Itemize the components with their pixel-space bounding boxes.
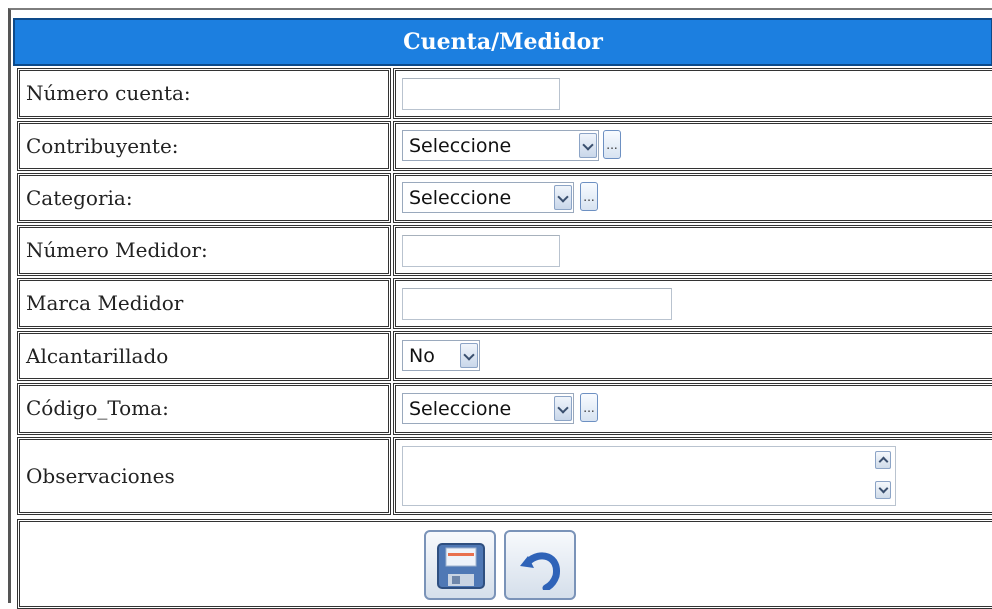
chevron-down-icon (579, 133, 597, 158)
categoria-select[interactable]: Seleccione (402, 182, 574, 213)
contribuyente-select[interactable]: Seleccione (402, 130, 599, 161)
contribuyente-label: Contribuyente: (26, 134, 179, 158)
codigo-toma-label: Código_Toma: (26, 396, 169, 420)
codigo-toma-select[interactable]: Seleccione (402, 393, 574, 424)
marca-medidor-input[interactable] (402, 288, 672, 320)
label-cell-categoria: Categoria: (17, 173, 391, 223)
input-cell-contribuyente: Seleccione ... (393, 121, 992, 171)
scroll-up-icon[interactable] (875, 451, 891, 469)
contribuyente-select-value: Seleccione (409, 135, 512, 157)
cuenta-medidor-form: Cuenta/Medidor Número cuenta: Contribuye… (8, 8, 992, 609)
undo-button[interactable] (504, 530, 576, 600)
alcantarillado-select[interactable]: No (402, 340, 480, 371)
alcantarillado-label: Alcantarillado (26, 344, 169, 368)
marca-medidor-label: Marca Medidor (26, 291, 184, 315)
observaciones-label: Observaciones (26, 464, 175, 488)
label-cell-numero-medidor: Número Medidor: (17, 225, 391, 276)
numero-medidor-input[interactable] (402, 235, 560, 267)
floppy-disk-icon (437, 543, 485, 589)
label-cell-contribuyente: Contribuyente: (17, 121, 391, 171)
actions-row (17, 519, 992, 609)
label-cell-observaciones: Observaciones (17, 437, 391, 515)
numero-cuenta-label: Número cuenta: (26, 81, 191, 105)
numero-cuenta-input[interactable] (402, 78, 560, 110)
save-button[interactable] (424, 530, 496, 600)
label-cell-numero-cuenta: Número cuenta: (17, 68, 391, 119)
numero-medidor-label: Número Medidor: (26, 238, 208, 262)
chevron-down-icon (460, 343, 478, 368)
input-cell-observaciones (393, 437, 992, 515)
undo-arrow-icon (520, 552, 560, 590)
input-cell-codigo-toma: Seleccione ... (393, 383, 992, 435)
scroll-down-icon[interactable] (875, 481, 891, 499)
codigo-toma-lookup-button[interactable]: ... (580, 393, 598, 422)
label-cell-codigo-toma: Código_Toma: (17, 383, 391, 435)
categoria-lookup-button[interactable]: ... (580, 182, 598, 211)
chevron-down-icon (554, 185, 572, 210)
contribuyente-lookup-button[interactable]: ... (603, 130, 621, 159)
categoria-label: Categoria: (26, 186, 133, 210)
input-cell-categoria: Seleccione ... (393, 173, 992, 223)
observaciones-textarea[interactable] (402, 446, 896, 506)
input-cell-numero-cuenta (393, 68, 992, 119)
chevron-down-icon (554, 396, 572, 421)
label-cell-alcantarillado: Alcantarillado (17, 331, 391, 381)
label-cell-marca-medidor: Marca Medidor (17, 278, 391, 329)
categoria-select-value: Seleccione (409, 187, 512, 209)
form-title: Cuenta/Medidor (13, 18, 992, 66)
input-cell-numero-medidor (393, 225, 992, 276)
input-cell-marca-medidor (393, 278, 992, 329)
alcantarillado-select-value: No (409, 345, 435, 367)
input-cell-alcantarillado: No (393, 331, 992, 381)
codigo-toma-select-value: Seleccione (409, 398, 512, 420)
